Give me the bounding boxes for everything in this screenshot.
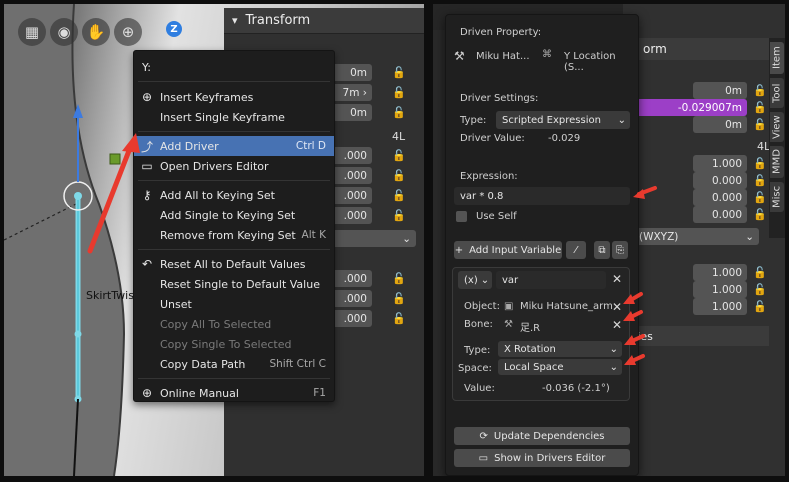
lock-icon[interactable]: 🔓	[392, 66, 406, 79]
lock-icon[interactable]: 🔓	[392, 169, 406, 182]
location-y-field[interactable]: 7m ›	[332, 84, 372, 101]
menu-item-remove-keying-set[interactable]: Remove from Keying Set Alt K	[134, 225, 334, 245]
menu-item-insert-keyframes[interactable]: ⊕ Insert Keyframes	[134, 87, 334, 107]
annotation-arrow	[87, 133, 140, 254]
rotation-mode-label: 4L	[392, 130, 406, 143]
menu-item-add-single-keying-set[interactable]: Add Single to Keying Set	[134, 205, 334, 225]
menu-separator	[138, 131, 330, 132]
menu-separator	[138, 180, 330, 181]
menu-item-add-driver[interactable]: ⤴ Add Driver Ctrl D	[134, 136, 334, 156]
zoom-view-button[interactable]: ⊕	[114, 18, 142, 46]
camera-icon: ◉	[57, 23, 71, 41]
rotation-z-field[interactable]: .000	[332, 207, 372, 224]
annotation-arrows	[623, 186, 657, 365]
scale-z-field[interactable]: .000	[332, 310, 372, 327]
menu-item-unset[interactable]: Unset	[134, 294, 334, 314]
rotation-w-field[interactable]: .000	[332, 147, 372, 164]
grid-toggle-button[interactable]: ▦	[18, 18, 46, 46]
menu-item-copy-all-to-selected: Copy All To Selected	[160, 317, 272, 331]
scale-x-field[interactable]: .000	[332, 270, 372, 287]
menu-item-reset-all[interactable]: ↶ Reset All to Default Values	[134, 254, 334, 274]
rotation-x-field[interactable]: .000	[332, 167, 372, 184]
gizmo-z-axis[interactable]: Z	[166, 21, 182, 37]
zoom-icon: ⊕	[121, 23, 135, 41]
right-screenshot-panel: ⧉ ⊕ ● ◐ ◑ ⌄ ↔ orm 0m -0.029007m 0m 4L 1.…	[433, 4, 785, 476]
location-z-field[interactable]: 0m	[332, 104, 372, 121]
lock-icon[interactable]: 🔓	[392, 149, 406, 162]
transform-title: Transform	[245, 13, 311, 28]
menu-item-add-all-keying-set[interactable]: ⚷ Add All to Keying Set	[134, 185, 334, 205]
grid-icon: ▦	[24, 23, 40, 41]
menu-separator	[138, 249, 330, 250]
context-menu: Y: ⊕ Insert Keyframes Insert Single Keyf…	[133, 50, 335, 402]
lock-icon[interactable]: 🔓	[392, 209, 406, 222]
menu-separator	[138, 378, 330, 379]
lock-icon[interactable]: 🔓	[392, 106, 406, 119]
keyframe-add-icon: ⊕	[141, 90, 153, 104]
menu-item-reset-single[interactable]: Reset Single to Default Value	[134, 274, 334, 294]
lock-icon[interactable]: 🔓	[392, 189, 406, 202]
transform-header[interactable]: ▾ Transform	[224, 8, 424, 34]
lock-icon[interactable]: 🔓	[392, 272, 406, 285]
menu-item-copy-single-to-selected: Copy Single To Selected	[160, 337, 292, 351]
menu-item-copy-data-path[interactable]: Copy Data Path Shift Ctrl C	[134, 354, 334, 374]
hand-icon: ✋	[86, 23, 106, 41]
collapse-chevron-icon: ▾	[232, 14, 238, 27]
lock-icon[interactable]: 🔓	[392, 292, 406, 305]
left-screenshot-panel: ▦ ◉ ✋ ⊕ Z ▾ Transform 0m 7m › 0m 4L .000…	[4, 4, 424, 476]
bone-name-label: SkirtTwis	[86, 289, 134, 302]
location-x-field[interactable]: 0m	[332, 64, 372, 81]
scale-y-field[interactable]: .000	[332, 290, 372, 307]
rotation-y-field[interactable]: .000	[332, 187, 372, 204]
pan-view-button[interactable]: ✋	[82, 18, 110, 46]
lock-icon[interactable]: 🔓	[392, 312, 406, 325]
menu-separator	[138, 81, 330, 82]
reset-icon: ↶	[141, 257, 153, 271]
lock-icon[interactable]: 🔓	[392, 86, 406, 99]
camera-view-button[interactable]: ◉	[50, 18, 78, 46]
menu-item-open-drivers-editor[interactable]: ▭ Open Drivers Editor	[134, 156, 334, 176]
globe-icon: ⊕	[141, 386, 153, 400]
rotation-mode-dropdown[interactable]: ⌄	[332, 230, 416, 247]
menu-item-insert-single-keyframe[interactable]: Insert Single Keyframe	[134, 107, 334, 127]
menu-item-online-manual[interactable]: ⊕ Online Manual F1	[134, 383, 334, 403]
menu-header: Y:	[142, 60, 151, 74]
